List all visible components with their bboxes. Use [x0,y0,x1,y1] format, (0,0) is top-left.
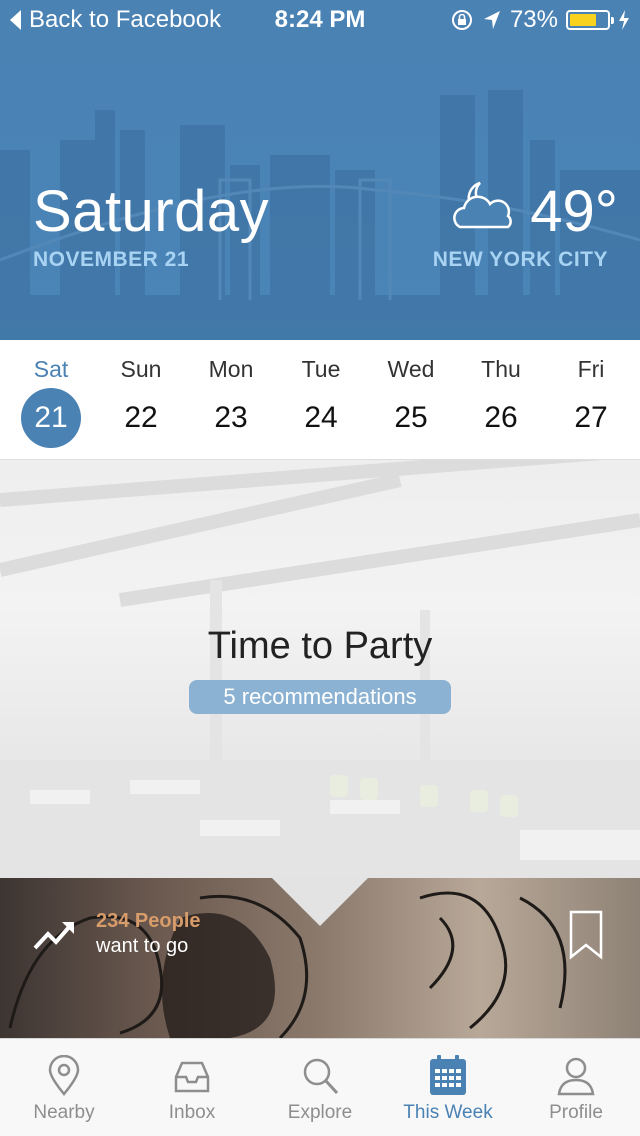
day-number: 26 [484,401,518,434]
day-number: 21 [21,388,81,448]
tab-label: Explore [287,1102,353,1123]
day-number: 25 [394,401,428,434]
orientation-lock-icon [451,10,472,30]
day-abbr: Mon [208,356,254,382]
day-sat[interactable]: Sat 21 [6,340,96,460]
day-abbr: Fri [577,356,605,382]
day-number: 27 [574,401,608,434]
tab-label: Inbox [168,1102,216,1123]
cloudy-night-icon [453,181,512,229]
people-count: 234 People [96,910,201,932]
day-number: 24 [304,401,338,434]
day-tue[interactable]: Tue 24 [276,340,366,460]
day-abbr: Thu [481,356,521,382]
hero-header: Back to Facebook 8:24 PM 73% Saturday NO… [0,0,640,340]
inbox-tray-icon [174,1061,210,1093]
day-name: Saturday [33,179,270,244]
day-wed[interactable]: Wed 25 [366,340,456,460]
tab-label: This Week [403,1102,493,1123]
day-abbr: Wed [387,356,435,382]
feature-title: Time to Party [207,625,433,667]
charging-bolt-icon [619,10,629,30]
week-day-selector: Sat 21 Sun 22 Mon 23 Tue 24 Wed 25 Thu 2… [0,340,640,460]
calendar-icon [430,1055,466,1095]
day-abbr: Tue [301,356,341,382]
battery-icon [566,10,614,30]
tab-label: Profile [549,1102,603,1123]
tab-nearby[interactable]: Nearby [0,1039,128,1136]
tab-label: Nearby [33,1102,95,1123]
feature-card[interactable]: Time to Party 5 recommendations [0,460,640,878]
city-label: NEW YORK CITY [432,248,608,271]
tab-inbox[interactable]: Inbox [128,1039,256,1136]
card-pointer-notch [272,878,368,926]
bookmark-icon[interactable] [568,910,604,960]
day-abbr: Sat [33,356,69,382]
day-thu[interactable]: Thu 26 [456,340,546,460]
city-skyline-background [0,90,640,340]
status-indicators: 73% [450,6,630,34]
day-number: 23 [214,401,248,434]
temperature: 49° [530,179,618,244]
person-icon [557,1057,595,1096]
trending-up-icon [33,922,74,950]
status-bar: Back to Facebook 8:24 PM 73% [0,0,640,40]
search-icon [303,1058,339,1095]
date-label: NOVEMBER 21 [33,248,190,271]
tab-explore[interactable]: Explore [256,1039,384,1136]
battery-percent: 73% [509,6,558,33]
location-arrow-icon [483,11,500,29]
tab-profile[interactable]: Profile [512,1039,640,1136]
battery-level-fill [570,14,597,26]
location-pin-icon [48,1055,80,1096]
day-abbr: Sun [120,356,162,382]
rooftop-bar-photo [0,460,640,878]
people-subtitle: want to go [96,935,189,957]
tab-this-week[interactable]: This Week [384,1039,512,1136]
day-sun[interactable]: Sun 22 [96,340,186,460]
recommendations-badge[interactable]: 5 recommendations [189,680,451,714]
day-fri[interactable]: Fri 27 [546,340,636,460]
tab-bar: Nearby Inbox Explore This Week Profile [0,1038,640,1136]
day-mon[interactable]: Mon 23 [186,340,276,460]
day-number: 22 [124,401,158,434]
